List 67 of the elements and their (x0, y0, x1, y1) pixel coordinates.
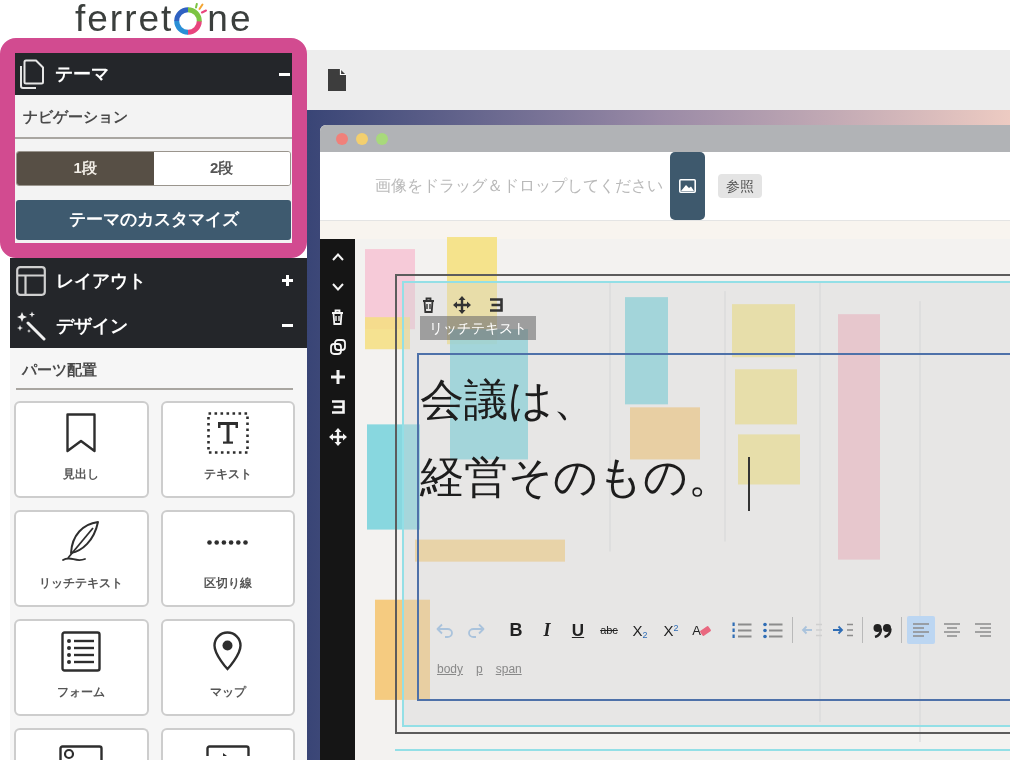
magic-wand-icon (16, 310, 46, 341)
chevron-up-icon[interactable] (331, 253, 344, 261)
underline-button[interactable]: U (564, 616, 592, 644)
part-tile[interactable]: テキスト (160, 401, 295, 498)
strikethrough-button[interactable]: abc (595, 616, 623, 644)
segment-tab[interactable]: 1段 (17, 152, 154, 185)
chevron-down-icon[interactable] (331, 283, 344, 291)
section-title: デザイン (56, 314, 129, 338)
part-tile[interactable]: マップ (160, 619, 295, 716)
subheading: パーツ配置 (22, 360, 98, 380)
indent-icon (832, 623, 854, 637)
section-title: テーマ (55, 63, 110, 86)
move-arrows-icon[interactable] (453, 296, 471, 314)
logo-text: ferret (75, 0, 174, 38)
bullet-list-icon (763, 621, 783, 639)
dotted-line-icon (207, 539, 249, 545)
redo-icon (467, 622, 485, 638)
play-frame-icon (205, 745, 250, 756)
part-tile[interactable]: フォーム (14, 619, 149, 716)
part-tile[interactable]: リッチテキスト (14, 510, 149, 607)
section-title: レイアウト (56, 269, 147, 293)
rich-text-editor[interactable]: 会議は、 経営そのもの。 B I U abc X$_{2}$ X$^{2}$ A body p span (417, 353, 1010, 701)
customize-theme-button[interactable]: テーマのカスタマイズ (16, 200, 291, 240)
three-bar-bracket-icon[interactable] (489, 298, 503, 312)
headline-text: 会議は、 経営そのもの。 (420, 374, 732, 503)
subscript-button[interactable]: X$_{2}$ (626, 616, 654, 644)
italic-button[interactable]: I (533, 616, 561, 644)
align-center-icon (943, 623, 961, 637)
text-cursor-icon (748, 457, 750, 511)
align-right-icon (974, 623, 992, 637)
logo-text: ne (207, 0, 253, 38)
bookmark-icon (66, 413, 97, 453)
section-header[interactable]: デザイン (10, 303, 307, 348)
image-icon (679, 179, 696, 193)
clear-format-button[interactable]: A (688, 616, 716, 644)
document-icon[interactable] (327, 68, 347, 92)
part-tile[interactable] (14, 728, 149, 760)
segment-tab[interactable]: 2段 (153, 152, 290, 185)
section-header[interactable]: レイアウト (10, 258, 307, 303)
trash-icon[interactable] (422, 297, 435, 313)
browse-button[interactable]: 参照 (718, 174, 762, 198)
part-tile[interactable] (160, 728, 295, 760)
documents-icon (17, 59, 45, 89)
part-tile[interactable]: 見出し (14, 401, 149, 498)
layout-icon (16, 265, 46, 296)
outdent-icon (801, 623, 823, 637)
feather-quill-icon (61, 520, 102, 564)
picture-icon (59, 745, 104, 760)
ring-logo-icon (173, 3, 208, 35)
move-arrows-icon[interactable] (328, 428, 347, 446)
location-pin-icon (213, 631, 243, 671)
section-header[interactable]: テーマ (15, 53, 292, 95)
numbered-list-icon (732, 621, 752, 639)
drop-hint-text: 画像をドラッグ＆ドロップしてください (375, 176, 663, 196)
image-button[interactable] (670, 152, 705, 220)
block-type-label: リッチテキスト (420, 316, 536, 340)
align-left-icon (912, 623, 930, 637)
plus-icon[interactable] (330, 370, 345, 384)
dotted-frame-t-icon (206, 412, 249, 454)
subheading: ナビゲーション (23, 107, 129, 127)
list-form-icon (61, 630, 102, 672)
bold-button[interactable]: B (502, 616, 530, 644)
part-tile[interactable]: 区切り線 (160, 510, 295, 607)
superscript-button[interactable]: X$^{2}$ (657, 616, 685, 644)
undo-icon (436, 622, 454, 638)
quote-icon (872, 622, 892, 638)
copy-icon[interactable] (329, 339, 346, 355)
